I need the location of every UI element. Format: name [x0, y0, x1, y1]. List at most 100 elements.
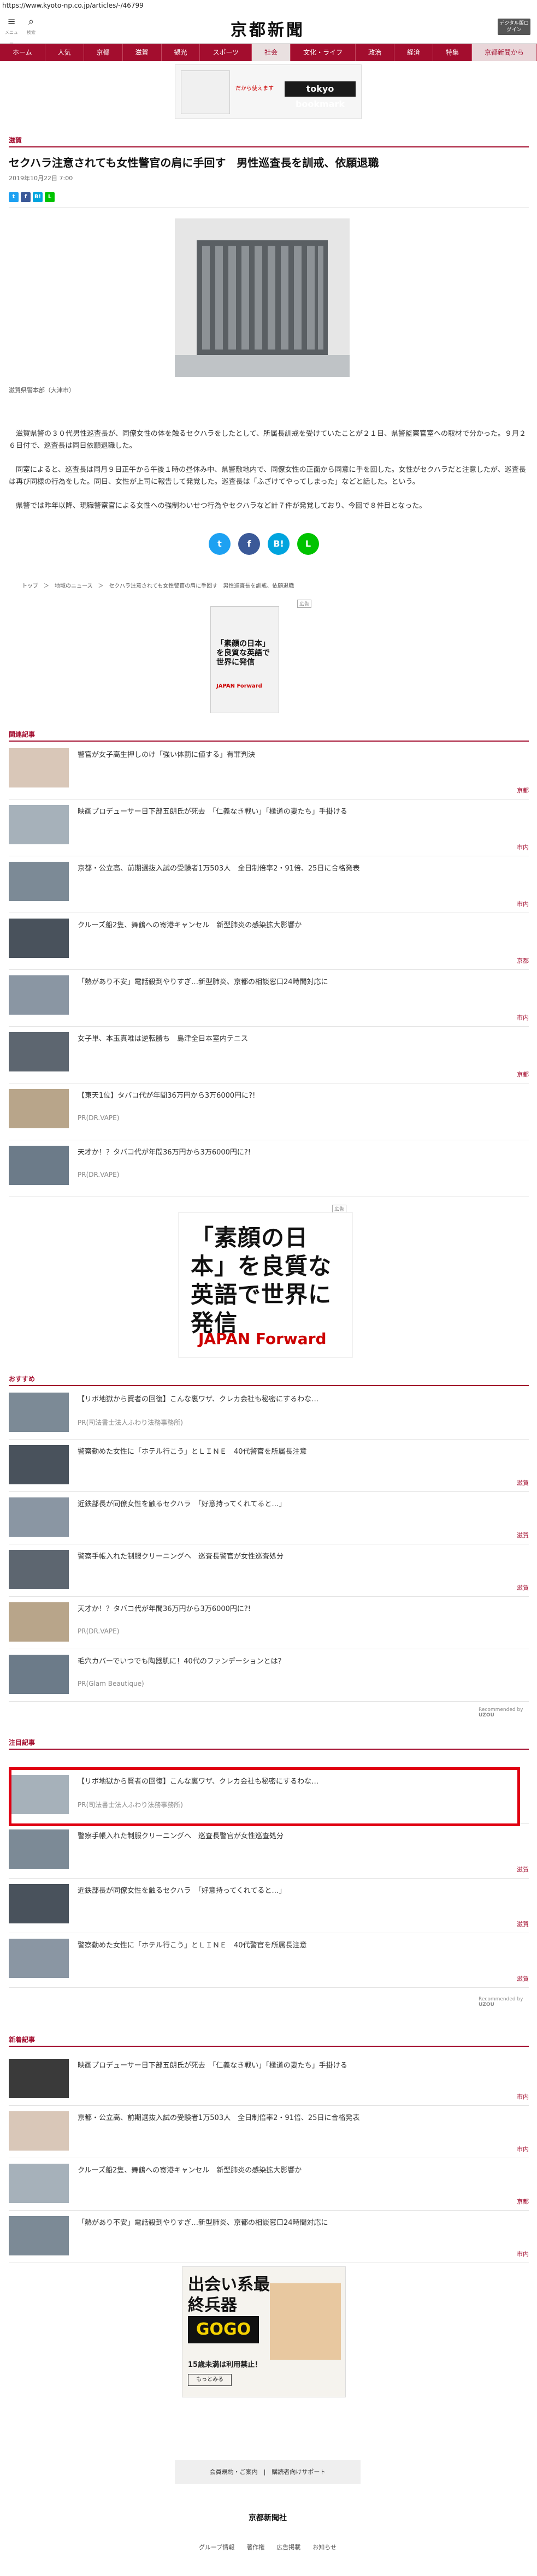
item-category: 市内 [517, 901, 529, 908]
item-category: 市内 [517, 2146, 529, 2153]
thumbnail-image [9, 1884, 69, 1923]
list-item[interactable]: 天才か！？タバコ代が年間36万円から3万6000円に?! PR(DR.VAPE) [9, 1597, 529, 1649]
item-category: 滋賀 [517, 1584, 529, 1591]
item-sponsor: PR(DR.VAPE) [78, 1114, 120, 1122]
big-ad[interactable]: 「素顔の日本」を良質な英語で世界に発信 JAPAN Forward [178, 1212, 353, 1358]
thumbnail-image [9, 1550, 69, 1589]
article-paragraph: 同室によると、巡査長は同月９日正午から午後１時の昼休み中、県警敷地内で、同僚女性… [9, 466, 526, 486]
list-item[interactable]: クルーズ船2隻、舞鶴への寄港キャンセル 新型肺炎の感染拡大影響か 京都 [9, 913, 529, 970]
divider [9, 1385, 529, 1386]
search-label: 検索 [27, 30, 36, 35]
nav-item[interactable]: 経済 [394, 44, 434, 61]
gogo-ad[interactable]: 出会い系最終兵器 GOGO 15歳未満は利用禁止！ もっとみる [182, 2266, 346, 2397]
top-banner-ad[interactable]: だから使えます tokyo bookmark [175, 64, 362, 119]
list-item[interactable]: 映画プロデューサー日下部五朗氏が死去 「仁義なき戦い」「極道の妻たち」手掛ける市… [9, 800, 529, 856]
line-icon[interactable]: L [297, 533, 319, 555]
nav-item[interactable]: 滋賀 [123, 44, 162, 61]
thumbnail-image [9, 862, 69, 901]
nav-item[interactable]: 観光 [162, 44, 200, 61]
nav-item[interactable]: 政治 [356, 44, 395, 61]
nav-item[interactable]: 人気 [45, 44, 84, 61]
nav-item[interactable]: スポーツ [200, 44, 252, 61]
site-logo[interactable]: 京都新聞 [224, 16, 311, 40]
item-category: 市内 [517, 2093, 529, 2100]
hatena-icon[interactable]: B! [33, 192, 43, 202]
nav-item[interactable]: 特集 [433, 44, 473, 61]
list-item[interactable]: 【リボ地獄から賢者の回復】こんな裏ワザ、クレカ会社も秘密にするわな… PR(司法書… [9, 1387, 529, 1440]
list-item[interactable]: 京都・公立高、前期選抜入試の受験者1万503人 全日制倍率2・91倍、25日に合… [9, 2106, 529, 2158]
article-photo[interactable] [175, 218, 350, 377]
list-item[interactable]: 「熱があり不安」電話殺到やりすぎ…新型肺炎、京都の相談窓口24時間対応に市内 [9, 970, 529, 1027]
list-item[interactable]: 女子単、本玉真唯は逆転勝ち 島津全日本室内テニス 京都 [9, 1027, 529, 1083]
footer-links[interactable]: 会員規約・ご案内 | 購読者向けサポート [175, 2460, 361, 2484]
main-nav: ホーム 人気 京都 滋賀 観光 スポーツ 社会 文化・ライフ 政治 経済 特集 京都新聞から [0, 44, 537, 61]
item-title: 近鉄部長が同僚女性を触るセクハラ 「好意持ってくれてると…」 [78, 1500, 286, 1508]
search-icon: ⌕ [28, 16, 34, 27]
facebook-icon[interactable]: f [21, 192, 31, 202]
footer-bottom-links[interactable]: グループ情報 著作権 広告掲載 お知らせ [186, 2543, 350, 2551]
thumbnail-image [9, 1602, 69, 1642]
list-item[interactable]: 警官が女子高生押しのけ「強い体罰に値する」有罪判決 京都 [9, 743, 529, 800]
nav-item[interactable]: 京都 [84, 44, 123, 61]
twitter-icon[interactable]: t [9, 192, 19, 202]
breadcrumb[interactable]: トップ ＞ 地域のニュース ＞ セクハラ注意されても女性警官の肩に手回す 男性巡… [22, 581, 294, 589]
list-item[interactable]: 警察手帳入れた制服クリーニングへ 巡査長警官が女性巡査処分 滋賀 [9, 1824, 529, 1879]
list-item[interactable]: 警察勤めた女性に「ホテル行こう」とＬＩＮＥ 40代警官を所属長注意 滋賀 [9, 1440, 529, 1492]
ad-more-button[interactable]: もっとみる [188, 2374, 232, 2386]
footer-logo[interactable]: 京都新聞社 [224, 2512, 311, 2523]
list-item[interactable]: クルーズ船2隻、舞鶴への寄港キャンセル 新型肺炎の感染拡大影響か 京都 [9, 2158, 529, 2211]
thumbnail-image [9, 1497, 69, 1537]
divider [9, 1749, 529, 1750]
facebook-icon[interactable]: f [238, 533, 260, 555]
article-category[interactable]: 滋賀 [9, 135, 22, 145]
recommended-credit[interactable]: Recommended by UZOU [479, 1997, 537, 2007]
section-title-latest: 新着記事 [9, 2036, 36, 2044]
nav-item[interactable]: 文化・ライフ [291, 44, 356, 61]
credit-text: Recommended by [479, 1707, 523, 1713]
site-header: ≡ メニュー ⌕ 検索 京都新聞 デジタル版ログイン [0, 11, 537, 46]
list-item[interactable]: 近鉄部長が同僚女性を触るセクハラ 「好意持ってくれてると…」 滋賀 [9, 1492, 529, 1544]
thumbnail-image [9, 1393, 69, 1432]
list-item[interactable]: 警察手帳入れた制服クリーニングへ 巡査長警官が女性巡査処分滋賀 [9, 1544, 529, 1597]
list-item[interactable]: 【東天1位】タバコ代が年間36万円から3万6000円に?! PR(DR.VAPE) [9, 1083, 529, 1140]
nav-item[interactable]: ホーム [0, 44, 45, 61]
list-item[interactable]: 近鉄部長が同僚女性を触るセクハラ 「好意持ってくれてると…」 滋賀 [9, 1879, 529, 1933]
ad-brand: JAPAN Forward [198, 1330, 327, 1348]
section-title-related: 関連記事 [9, 731, 36, 738]
ad-brand: tokyo bookmark [285, 81, 356, 109]
list-item[interactable]: 警察勤めた女性に「ホテル行こう」とＬＩＮＥ 40代警官を所属長注意 滋賀 [9, 1933, 529, 1988]
article-title: セクハラ注意されても女性警官の肩に手回す 男性巡査長を訓戒、依願退職 [9, 156, 379, 169]
nav-item[interactable]: 京都新聞から [472, 44, 537, 61]
recommended-credit[interactable]: Recommended by UZOU [479, 1707, 537, 1718]
ad-text: 出会い系最終兵器 [188, 2275, 270, 2315]
item-title: 映画プロデューサー日下部五朗氏が死去 「仁義なき戦い」「極道の妻たち」手掛ける [78, 808, 347, 816]
line-icon[interactable]: L [45, 192, 55, 202]
item-category: 京都 [517, 787, 529, 794]
item-title: 警察手帳入れた制服クリーニングへ 巡査長警官が女性巡査処分 [78, 1553, 284, 1561]
article-paragraph: 県警では昨年以降、現職警察官による女性への強制わいせつ行為やセクハラなど計７件が… [9, 502, 427, 510]
item-sponsor: PR(DR.VAPE) [78, 1171, 120, 1179]
hatena-icon[interactable]: B! [268, 533, 290, 555]
credit-brand: UZOU [479, 2002, 494, 2007]
ad-brand: GOGO [188, 2316, 259, 2343]
ad-brand: JAPAN Forward [216, 683, 262, 689]
list-item[interactable]: 映画プロデューサー日下部五朗氏が死去 「仁義なき戦い」「極道の妻たち」手掛ける市… [9, 2053, 529, 2106]
ad-tag: だから使えます [235, 86, 274, 92]
list-item[interactable]: 京都・公立高、前期選抜入試の受験者1万503人 全日制倍率2・91倍、25日に合… [9, 856, 529, 913]
list-item[interactable]: 毛穴カバーでいつでも陶器肌に！40代のファンデーションとは？ PR(Glam Be… [9, 1649, 529, 1702]
item-title: 「熱があり不安」電話殺到やりすぎ…新型肺炎、京都の相談窓口24時間対応に [78, 978, 328, 986]
item-category: 市内 [517, 844, 529, 851]
item-title: 京都・公立高、前期選抜入試の受験者1万503人 全日制倍率2・91倍、25日に合… [78, 2114, 360, 2122]
digital-login-button[interactable]: デジタル版ログイン [498, 19, 530, 35]
item-category: 市内 [517, 1014, 529, 1021]
address-bar[interactable]: https://www.kyoto-np.co.jp/articles/-/46… [0, 0, 537, 11]
thumbnail-image [9, 919, 69, 958]
small-ad[interactable]: 「素顔の日本」を良質な英語で世界に発信 JAPAN Forward [210, 606, 279, 713]
hamburger-icon: ≡ [7, 16, 16, 27]
list-item[interactable]: 「熱があり不安」電話殺到やりすぎ…新型肺炎、京都の相談窓口24時間対応に 市内 [9, 2211, 529, 2263]
nav-item[interactable]: 社会 [252, 44, 291, 61]
twitter-icon[interactable]: t [209, 533, 231, 555]
ad-text: 「素顔の日本」を良質な英語で世界に発信 [216, 639, 270, 667]
list-item[interactable]: 天才か！？タバコ代が年間36万円から3万6000円に?! PR(DR.VAPE) [9, 1140, 529, 1197]
item-title: クルーズ船2隻、舞鶴への寄港キャンセル 新型肺炎の感染拡大影響か [78, 921, 302, 929]
